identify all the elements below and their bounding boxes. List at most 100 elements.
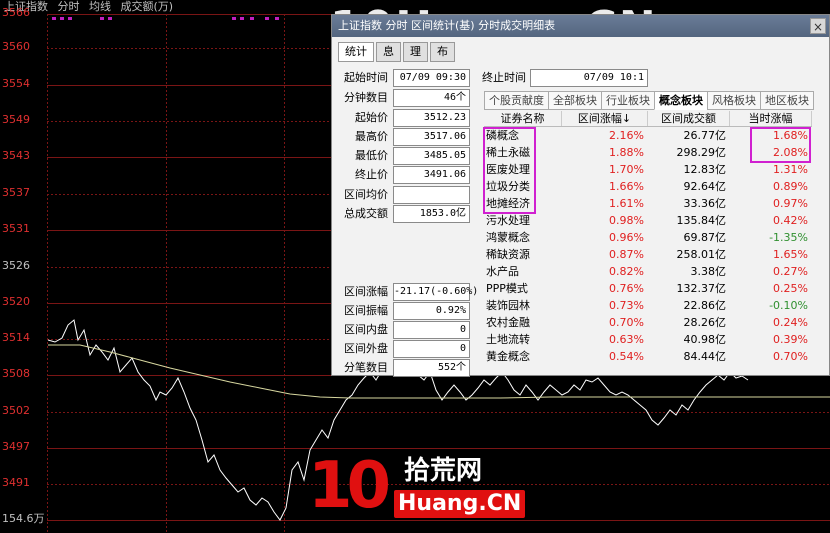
sector-tab[interactable]: 个股贡献度	[484, 91, 549, 110]
table-cell: 135.84亿	[676, 214, 727, 227]
stat-row: 最低价 3485.05	[338, 146, 470, 166]
table-cell: 0.24%	[773, 316, 808, 329]
logo-english: Huang.CN	[394, 490, 526, 518]
site-logo: 10 拾荒网 Huang.CN	[306, 452, 526, 527]
stat-value[interactable]: 0	[393, 321, 470, 339]
table-cell: 0.25%	[773, 282, 808, 295]
table-row[interactable]: 鸿蒙概念 0.96% 69.87亿 -1.35%	[484, 229, 812, 246]
stat-row: 起始时间 07/09 09:30	[338, 68, 470, 88]
stat-value[interactable]	[393, 186, 470, 204]
sector-tab[interactable]: 地区板块	[760, 91, 814, 110]
stat-value[interactable]: 1853.0亿	[393, 205, 470, 223]
stat-value[interactable]: 46个	[393, 89, 470, 107]
stat-row: 分钟数目 46个	[338, 88, 470, 108]
table-cell: 1.88%	[609, 146, 644, 159]
table-cell: PPP模式	[486, 282, 528, 295]
stat-value[interactable]: 3512.23	[393, 109, 470, 127]
table-cell: 水产品	[486, 265, 519, 278]
stat-label: 起始时间	[344, 71, 388, 84]
table-row[interactable]: 污水处理 0.98% 135.84亿 0.42%	[484, 212, 812, 229]
column-header[interactable]: 区间涨幅↓	[562, 111, 648, 126]
sector-tab[interactable]: 全部板块	[548, 91, 602, 110]
stat-row: 区间外盘 0	[338, 339, 470, 359]
table-cell: 鸿蒙概念	[486, 231, 530, 244]
table-cell: 0.96%	[609, 231, 644, 244]
table-row[interactable]: 稀缺资源 0.87% 258.01亿 1.65%	[484, 246, 812, 263]
stat-value[interactable]: 3485.05	[393, 147, 470, 165]
highlight-box-names	[483, 127, 536, 214]
dialog-tab[interactable]: 理	[403, 42, 428, 62]
stat-value[interactable]: 0	[393, 340, 470, 358]
stat-label: 区间涨幅	[344, 285, 388, 298]
table-cell: 1.65%	[773, 248, 808, 261]
table-cell: 12.83亿	[683, 163, 727, 176]
stat-row: 区间涨幅 -21.17(-0.60%)	[338, 282, 478, 302]
stat-value[interactable]: -21.17(-0.60%)	[393, 283, 478, 301]
table-cell: 258.01亿	[676, 248, 727, 261]
table-cell: 0.73%	[609, 299, 644, 312]
table-cell: -1.35%	[769, 231, 808, 244]
stat-value[interactable]: 552个	[393, 359, 470, 377]
table-cell: 0.87%	[609, 248, 644, 261]
table-cell: 22.86亿	[683, 299, 727, 312]
stat-row: 区间均价	[338, 185, 470, 205]
stat-row: 区间振幅 0.92%	[338, 301, 470, 321]
close-icon[interactable]: ×	[810, 18, 826, 34]
dialog-title-bar[interactable]: 上证指数 分时 区间统计(基) 分时成交明细表 ×	[332, 15, 829, 37]
table-row[interactable]: PPP模式 0.76% 132.37亿 0.25%	[484, 280, 812, 297]
highlight-box-change	[750, 127, 811, 163]
interval-stats-dialog[interactable]: 上证指数 分时 区间统计(基) 分时成交明细表 × 统计息理布 起始时间 07/0…	[331, 14, 830, 377]
table-cell: 1.66%	[609, 180, 644, 193]
logo-chinese: 拾荒网	[404, 456, 483, 486]
table-cell: 40.98亿	[683, 333, 727, 346]
table-row[interactable]: 土地流转 0.63% 40.98亿 0.39%	[484, 331, 812, 348]
stat-value[interactable]: 07/09 09:30	[393, 69, 470, 87]
sector-tab[interactable]: 风格板块	[707, 91, 761, 110]
table-cell: 298.29亿	[676, 146, 727, 159]
stat-row: 最高价 3517.06	[338, 127, 470, 147]
table-cell: 污水处理	[486, 214, 530, 227]
stat-label: 分钟数目	[344, 91, 388, 104]
dialog-tabs: 统计息理布	[338, 42, 457, 62]
end-time-field[interactable]: 07/09 10:1	[530, 69, 648, 87]
dialog-tab[interactable]: 息	[376, 42, 401, 62]
table-cell: 0.42%	[773, 214, 808, 227]
stat-row: 起始价 3512.23	[338, 108, 470, 128]
stat-label: 终止价	[355, 168, 388, 181]
table-cell: 33.36亿	[683, 197, 727, 210]
column-header[interactable]: 证券名称	[484, 111, 562, 126]
stat-label: 总成交额	[344, 207, 388, 220]
table-cell: 稀缺资源	[486, 248, 530, 261]
table-row[interactable]: 水产品 0.82% 3.38亿 0.27%	[484, 263, 812, 280]
dialog-tab[interactable]: 布	[430, 42, 455, 62]
dialog-tab[interactable]: 统计	[338, 42, 374, 62]
table-cell: 26.77亿	[683, 129, 727, 142]
table-cell: 农村金融	[486, 316, 530, 329]
table-row[interactable]: 黄金概念 0.54% 84.44亿 0.70%	[484, 348, 812, 365]
stat-label: 最高价	[355, 130, 388, 143]
table-row[interactable]: 农村金融 0.70% 28.26亿 0.24%	[484, 314, 812, 331]
table-cell: 69.87亿	[683, 231, 727, 244]
table-cell: 土地流转	[486, 333, 530, 346]
stat-row: 区间内盘 0	[338, 320, 470, 340]
stat-label: 区间振幅	[344, 304, 388, 317]
stat-value[interactable]: 0.92%	[393, 302, 470, 320]
table-cell: 28.26亿	[683, 316, 727, 329]
sector-tabs: 个股贡献度 全部板块 行业板块 概念板块 风格板块 地区板块	[484, 91, 814, 110]
end-time-label: 终止时间	[482, 71, 526, 84]
sector-tab[interactable]: 行业板块	[601, 91, 655, 110]
column-header[interactable]: 区间成交额	[648, 111, 730, 126]
table-cell: 0.89%	[773, 180, 808, 193]
table-cell: 0.76%	[609, 282, 644, 295]
stat-label: 区间内盘	[344, 323, 388, 336]
table-cell: 0.27%	[773, 265, 808, 278]
table-row[interactable]: 装饰园林 0.73% 22.86亿 -0.10%	[484, 297, 812, 314]
column-header[interactable]: 当时涨幅	[730, 111, 812, 126]
sector-tab[interactable]: 概念板块	[654, 91, 708, 110]
stat-value[interactable]: 3517.06	[393, 128, 470, 146]
stat-label: 区间外盘	[344, 342, 388, 355]
table-cell: 0.82%	[609, 265, 644, 278]
table-cell: 84.44亿	[683, 350, 727, 363]
table-cell: 0.70%	[773, 350, 808, 363]
stat-value[interactable]: 3491.06	[393, 166, 470, 184]
